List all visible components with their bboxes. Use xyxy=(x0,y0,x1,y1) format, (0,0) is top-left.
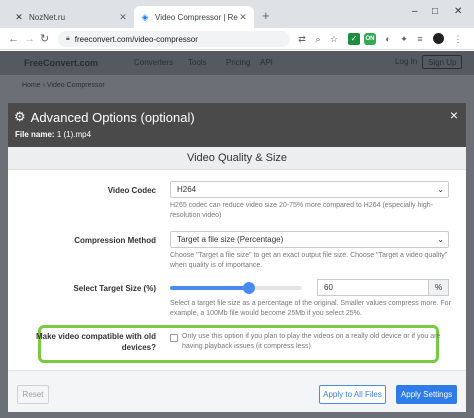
compression-method-label: Compression Method xyxy=(74,236,156,245)
site-navbar: FreeConvert.com Converters Tools Pricing… xyxy=(0,51,474,75)
target-size-label: Select Target Size (%) xyxy=(73,284,156,293)
chevron-down-icon: ⌄ xyxy=(437,235,444,244)
target-size-help: Select a target file size as a percentag… xyxy=(170,300,451,317)
extension-badge-icon[interactable]: ON xyxy=(364,33,376,45)
apply-to-all-button[interactable]: Apply to All Files xyxy=(319,385,386,404)
video-codec-value: H264 xyxy=(177,185,197,194)
checkmark-extension-icon[interactable]: ✓ xyxy=(348,33,360,45)
maximize-button[interactable]: □ xyxy=(432,6,438,18)
signup-button: Sign Up xyxy=(422,55,463,69)
minimize-button[interactable]: – xyxy=(412,6,418,18)
tab-title: NozNet.ru xyxy=(29,12,66,22)
compression-method-value: Target a file size (Percentage) xyxy=(177,235,284,244)
file-name-value: 1 (1).mp4 xyxy=(56,130,92,139)
forward-arrow-icon[interactable]: → xyxy=(24,32,35,46)
close-icon[interactable]: × xyxy=(450,107,458,123)
browser-toolbar: ← → ↻ 🔒︎ freeconvert.com/video-compresso… xyxy=(0,28,474,50)
gear-icon: ⚙ xyxy=(14,109,26,124)
avatar[interactable] xyxy=(433,33,444,44)
reset-button[interactable]: Reset xyxy=(17,385,49,404)
file-name-row: File name: 1 (1).mp4 xyxy=(15,130,91,139)
target-size-slider[interactable] xyxy=(170,282,302,294)
bookmark-star-icon[interactable]: ☆ xyxy=(328,33,340,45)
search-icon[interactable]: ⌕ xyxy=(312,33,324,45)
site-logo: FreeConvert.com xyxy=(24,58,99,68)
noznet-favicon-icon: ✕ xyxy=(15,12,23,22)
slider-fill xyxy=(170,286,250,290)
browser-tab-bar: ✕ NozNet.ru ✕ ◈ Video Compressor | Reduc… xyxy=(0,0,474,28)
video-codec-help: H265 codec can reduce video size 20-75% … xyxy=(170,202,434,219)
back-arrow-icon[interactable]: ← xyxy=(8,32,19,46)
file-name-label: File name: xyxy=(15,130,55,139)
section-title: Video Quality & Size xyxy=(8,147,466,170)
modal-title: ⚙ Advanced Options (optional) xyxy=(14,109,195,125)
video-codec-label: Video Codec xyxy=(107,186,156,195)
advanced-options-modal: ⚙ Advanced Options (optional) File name:… xyxy=(8,103,466,412)
extension-icon[interactable]: ◐ xyxy=(382,33,394,45)
nav-pricing: Pricing xyxy=(226,58,251,67)
compression-method-select[interactable]: Target a file size (Percentage) ⌄ xyxy=(170,231,449,248)
reload-icon[interactable]: ↻ xyxy=(40,32,49,46)
puzzle-icon[interactable]: ✦ xyxy=(398,33,410,45)
freeconvert-favicon-icon: ◈ xyxy=(141,12,149,22)
compression-method-help: Choose "Target a file size" to get an ex… xyxy=(170,252,448,269)
address-bar[interactable]: 🔒︎ freeconvert.com/video-compressor xyxy=(58,31,290,47)
compat-label: Make video compatible with old devices? xyxy=(35,332,156,352)
slider-handle[interactable] xyxy=(243,282,256,294)
compat-checkbox[interactable] xyxy=(170,334,178,342)
nav-api: API xyxy=(260,58,273,67)
modal-footer: Reset Apply to All Files Apply Settings xyxy=(8,370,466,412)
tab-noznet[interactable]: ✕ NozNet.ru ✕ xyxy=(8,6,134,28)
tab-title: Video Compressor | Reduce Vide xyxy=(155,12,238,22)
apply-settings-button[interactable]: Apply Settings xyxy=(396,385,457,404)
target-size-input[interactable]: 60 xyxy=(317,279,429,296)
nav-converters: Converters xyxy=(134,58,174,67)
login-link: Log In xyxy=(395,57,418,66)
url-text: freeconvert.com/video-compressor xyxy=(74,34,198,44)
close-tab-icon[interactable]: ✕ xyxy=(238,12,248,23)
nav-tools: Tools xyxy=(188,58,207,67)
lock-icon: 🔒︎ xyxy=(66,35,70,42)
close-tab-icon[interactable]: ✕ xyxy=(118,12,128,23)
tab-video-compressor[interactable]: ◈ Video Compressor | Reduce Vide ✕ xyxy=(134,6,254,28)
compat-help: Only use this option if you plan to play… xyxy=(182,333,441,350)
chevron-down-icon: ⌄ xyxy=(437,185,444,194)
breadcrumb: Home › Video Compressor xyxy=(22,82,105,89)
new-tab-button[interactable]: + xyxy=(262,9,270,23)
modal-title-text: Advanced Options (optional) xyxy=(30,109,195,125)
more-menu-icon[interactable]: ⋮ xyxy=(452,33,464,45)
translate-icon[interactable]: ⇄ xyxy=(296,33,308,45)
video-codec-select[interactable]: H264 ⌄ xyxy=(170,181,449,198)
percent-unit: % xyxy=(429,279,449,296)
modal-header: ⚙ Advanced Options (optional) File name:… xyxy=(8,103,466,147)
media-icon[interactable]: ≡ xyxy=(414,33,426,45)
window-close-button[interactable]: ✕ xyxy=(454,6,462,18)
